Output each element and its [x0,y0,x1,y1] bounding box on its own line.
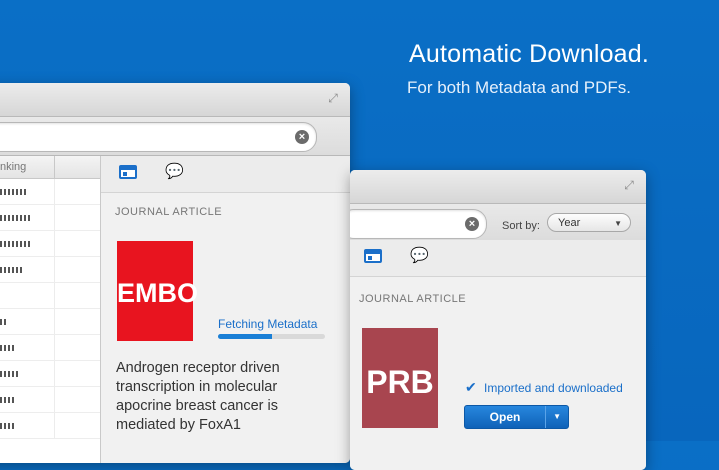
ranking-bar [0,215,32,221]
notes-tab-icon[interactable]: 💬 [165,164,184,179]
clear-search-icon[interactable]: × [465,217,479,231]
list-row[interactable] [0,413,100,439]
list-row[interactable] [0,283,100,309]
journal-cover: PRB [362,328,438,428]
column-divider [54,387,55,412]
ranking-bar [0,371,18,377]
list-row[interactable] [0,309,100,335]
detail-pane: 💬 JOURNAL ARTICLE EMBO Fetching Metadata… [101,156,350,463]
column-header-ranking[interactable]: nking [0,156,100,179]
item-type-label: JOURNAL ARTICLE [115,206,223,218]
toolbar: × [0,117,350,156]
info-tab-icon[interactable] [364,249,382,263]
document-list: nking [0,156,101,463]
clear-search-icon[interactable]: × [295,130,309,144]
column-divider [54,231,55,256]
ranking-bar [0,189,26,195]
column-divider [54,335,55,360]
library-window-front: ⤢ × Sort by: Year ▼ 💬 JOURNAL ARTICLE PR… [350,170,646,470]
info-tab-icon[interactable] [119,165,137,179]
list-row[interactable] [0,335,100,361]
dropdown-arrow-icon: ▼ [614,219,622,228]
column-divider [54,309,55,334]
open-button-label: Open [489,410,521,424]
fetch-status: Fetching Metadata [218,317,318,331]
button-divider [545,406,546,428]
library-window-back: ⤢ × nking 💬 JOURNAL ARTICLE EMBO Fetchin… [0,83,350,463]
ranking-bar [0,241,32,247]
fetch-progress-fill [218,334,272,339]
item-type-label: JOURNAL ARTICLE [359,293,467,305]
expand-icon[interactable]: ⤢ [622,178,636,192]
article-title: Androgen receptor driven transcription i… [116,360,280,433]
sort-label: Sort by: [502,220,540,232]
ranking-bar [0,267,22,273]
title-bar: ⤢ [350,170,646,204]
column-divider [54,257,55,282]
list-row[interactable] [0,231,100,257]
toolbar: × Sort by: Year ▼ [350,204,646,241]
fetch-progress-bar [218,334,325,339]
search-input[interactable]: × [350,209,487,239]
column-divider [54,413,55,438]
ranking-bar [0,423,14,429]
notes-tab-icon[interactable]: 💬 [410,248,429,263]
list-row[interactable] [0,179,100,205]
column-divider [54,156,55,178]
checkmark-icon: ✔ [465,379,477,395]
list-row[interactable] [0,361,100,387]
detail-tabs: 💬 [101,156,350,193]
open-options-arrow-icon[interactable]: ▼ [553,406,561,428]
sort-select[interactable]: Year ▼ [547,213,631,232]
column-divider [54,361,55,386]
column-divider [54,283,55,308]
column-divider [54,179,55,204]
detail-tabs: 💬 [350,240,646,277]
list-row[interactable] [0,205,100,231]
headline: Automatic Download. [409,40,650,68]
open-button[interactable]: Open ▼ [464,405,569,429]
sort-value: Year [558,217,581,229]
column-header-label: nking [0,161,27,173]
expand-icon[interactable]: ⤢ [326,91,340,105]
detail-pane: 💬 JOURNAL ARTICLE PRB ✔ Imported and dow… [350,240,646,470]
list-row[interactable] [0,257,100,283]
journal-cover: EMBO [117,241,198,341]
title-bar: ⤢ [0,83,350,117]
subline: For both Metadata and PDFs. [407,78,631,97]
list-row[interactable] [0,387,100,413]
import-status: Imported and downloaded [484,381,623,395]
search-input[interactable]: × [0,122,317,152]
ranking-bar [0,345,14,351]
column-divider [54,205,55,230]
ranking-bar [0,319,6,325]
ranking-bar [0,397,14,403]
